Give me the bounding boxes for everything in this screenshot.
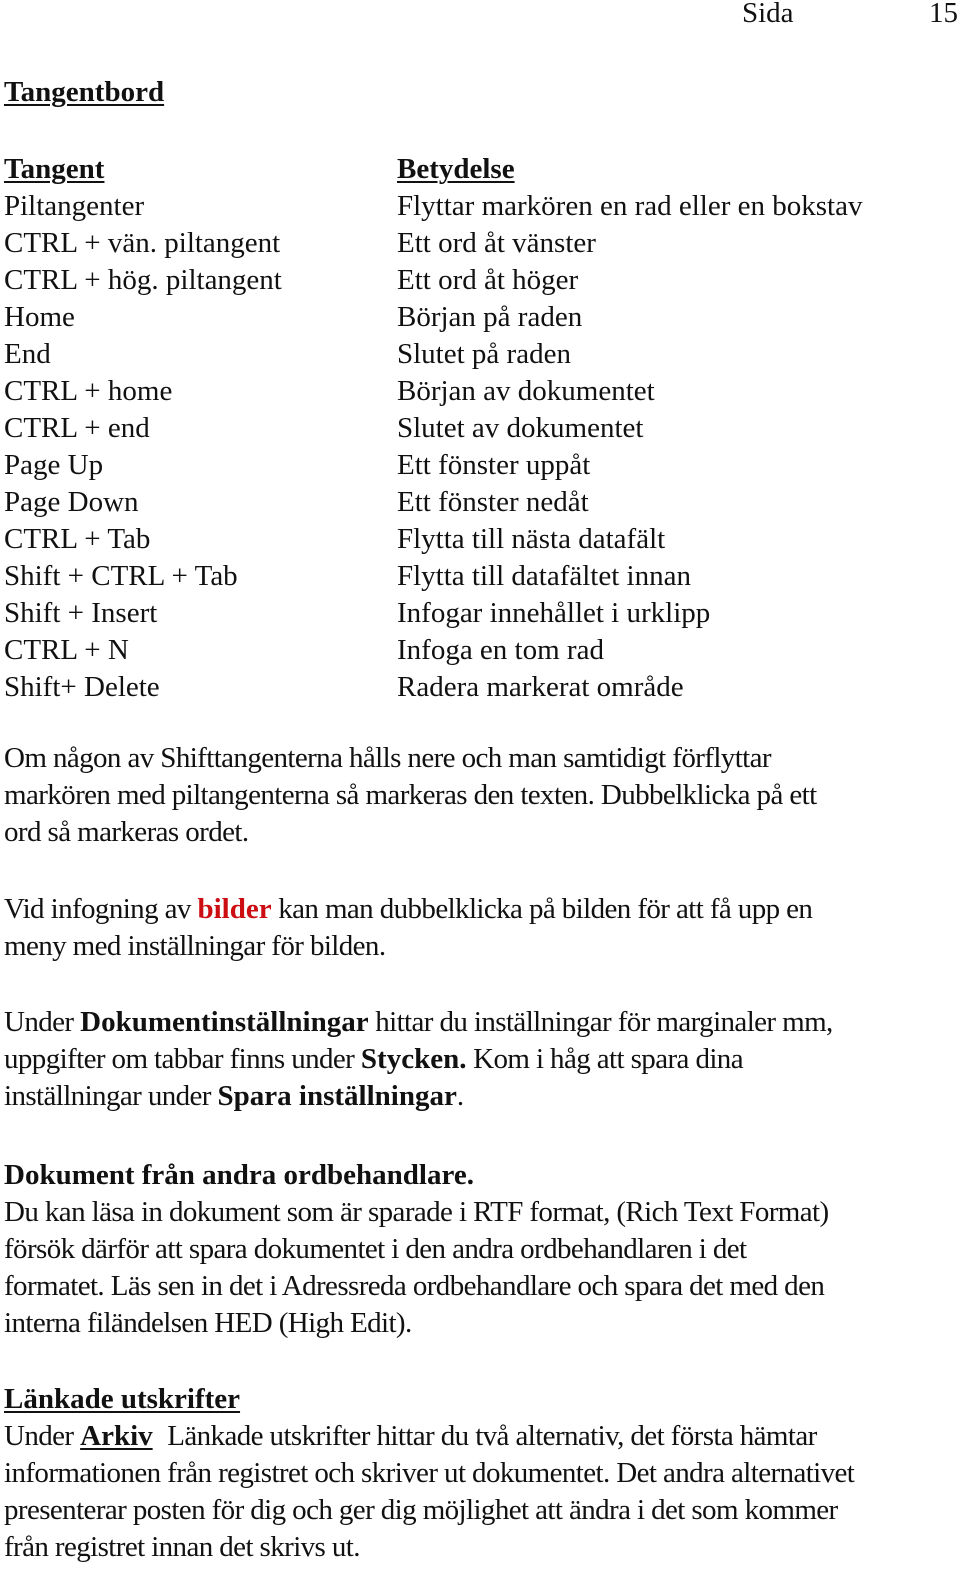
text-line: presenterar posten för dig och ger dig m…: [4, 1494, 838, 1526]
text: Länkade utskrifter hittar du två alterna…: [160, 1420, 817, 1452]
text: .: [456, 1080, 464, 1112]
shortcut-row: Shift+ Delete Radera markerat område: [4, 669, 862, 706]
shortcut-key: Shift + CTRL + Tab: [4, 560, 238, 592]
paragraph-images: Vid infogning av bilder kan man dubbelkl…: [4, 891, 954, 965]
text: uppgifter om tabbar finns under: [4, 1043, 361, 1075]
shortcut-row: Shift + Insert Infogar innehållet i urkli…: [4, 595, 862, 632]
shortcut-key: Page Down: [4, 486, 139, 518]
shortcut-meaning: Slutet av dokumentet: [397, 412, 644, 444]
section-heading-line: Länkade utskrifter: [4, 1381, 954, 1418]
section-linked-prints: Länkade utskrifter Under Arkiv Länkade u…: [4, 1381, 954, 1566]
shortcut-meaning: Början av dokumentet: [397, 375, 655, 407]
term-paragraphs: Stycken.: [360, 1043, 467, 1075]
shortcut-key: CTRL + N: [4, 634, 129, 666]
text: hittar du inställningar för marginaler m…: [368, 1006, 833, 1038]
shortcut-row: Home Början på raden: [4, 299, 862, 336]
text: Vid infogning av: [4, 893, 198, 925]
text-line: försök därför att spara dokumentet i den…: [4, 1233, 747, 1265]
page-label: Sida: [742, 0, 794, 29]
shortcut-meaning: Flyttar markören en rad eller en bokstav: [397, 190, 863, 222]
shortcut-row: End Slutet på raden: [4, 336, 862, 373]
shortcut-row: CTRL + hög. piltangent Ett ord åt höger: [4, 262, 862, 299]
text: Kom i håg att spara dina: [466, 1043, 743, 1075]
shortcut-row: CTRL + N Infoga en tom rad: [4, 632, 862, 669]
text: Under: [4, 1006, 81, 1038]
text-line: Du kan läsa in dokument som är sparade i…: [4, 1196, 829, 1228]
paragraph-settings: Under Dokumentinställningar hittar du in…: [4, 1004, 954, 1115]
shortcut-row: CTRL + end Slutet av dokumentet: [4, 410, 862, 447]
highlight-bilder: bilder: [197, 893, 272, 925]
section-title-keyboard: Tangentbord: [4, 76, 165, 108]
shortcut-meaning: Ett ord åt vänster: [397, 227, 596, 259]
shortcut-key: Piltangenter: [4, 190, 145, 222]
shortcut-meaning: Ett ord åt höger: [397, 264, 579, 296]
text: Under: [4, 1420, 81, 1452]
shortcut-meaning: Ett fönster nedåt: [397, 486, 589, 518]
shortcut-row: CTRL + vän. piltangent Ett ord åt vänster: [4, 225, 862, 262]
shortcut-key: End: [4, 338, 51, 370]
shortcut-meaning: Infoga en tom rad: [397, 634, 604, 666]
section-other-word-processors: Dokument från andra ordbehandlare. Du ka…: [4, 1157, 954, 1342]
shortcut-key: Shift + Insert: [4, 597, 158, 629]
shortcut-key: Page Up: [4, 449, 104, 481]
shortcut-row: CTRL + Tab Flytta till nästa datafält: [4, 521, 862, 558]
shortcut-table: Tangent Betydelse Piltangenter Flyttar ma…: [4, 151, 862, 706]
shortcut-row: Piltangenter Flyttar markören en rad elle…: [4, 188, 862, 225]
text-line: inställningar under Spara inställningar.: [4, 1078, 954, 1115]
shortcut-key: CTRL + Tab: [4, 523, 151, 555]
text-line: formatet. Läs sen in det i Adressreda or…: [4, 1270, 825, 1302]
shortcut-meaning: Ett fönster uppåt: [397, 449, 591, 481]
paragraph-shift-select: Om någon av Shifttangenterna hålls nere …: [4, 740, 954, 851]
text: inställningar under: [4, 1080, 218, 1112]
shortcut-meaning: Flytta till nästa datafält: [397, 523, 666, 555]
section-heading: Dokument från andra ordbehandlare.: [4, 1159, 474, 1191]
shortcut-meaning: Slutet på raden: [397, 338, 571, 370]
shortcut-key: Home: [4, 301, 75, 333]
text: kan man dubbelklicka på bilden för att f…: [271, 893, 813, 925]
text-line: interna filändelsen HED (High Edit).: [4, 1307, 412, 1339]
shortcut-key: CTRL + home: [4, 375, 173, 407]
shortcut-rows: Piltangenter Flyttar markören en rad elle…: [4, 188, 862, 706]
shortcut-meaning: Början på raden: [397, 301, 583, 333]
text-line: meny med inställningar för bilden.: [4, 930, 386, 962]
shortcut-meaning: Infogar innehållet i urklipp: [397, 597, 711, 629]
shortcut-key: CTRL + hög. piltangent: [4, 264, 282, 296]
page-number: 15: [929, 0, 958, 29]
column-header-key: Tangent: [4, 153, 105, 185]
text-line: Vid infogning av bilder kan man dubbelkl…: [4, 891, 954, 928]
shortcut-key: CTRL + vän. piltangent: [4, 227, 281, 259]
shortcut-row: Page Down Ett fönster nedåt: [4, 484, 862, 521]
term-save-settings: Spara inställningar: [217, 1080, 457, 1112]
text-line: uppgifter om tabbar finns under Stycken.…: [4, 1041, 954, 1078]
term-archive: Arkiv: [80, 1420, 153, 1452]
text-line: Under Arkiv Länkade utskrifter hittar du…: [4, 1418, 954, 1455]
text-line: Om någon av Shifttangenterna hålls nere …: [4, 742, 772, 774]
shortcut-row: Page Up Ett fönster uppåt: [4, 447, 862, 484]
page-header: Sida 15: [0, 0, 960, 31]
shortcut-table-header: Tangent Betydelse: [4, 151, 862, 188]
text-line: från registret innan det skrivs ut.: [4, 1531, 361, 1563]
shortcut-meaning: Flytta till datafältet innan: [397, 560, 691, 592]
shortcut-key: CTRL + end: [4, 412, 150, 444]
text-line: informationen från registret och skriver…: [4, 1457, 855, 1489]
text-line: ord så markeras ordet.: [4, 816, 249, 848]
shortcut-row: CTRL + home Början av dokumentet: [4, 373, 862, 410]
text-line: Under Dokumentinställningar hittar du in…: [4, 1004, 954, 1041]
shortcut-key: Shift+ Delete: [4, 671, 160, 703]
column-header-meaning: Betydelse: [397, 153, 515, 185]
shortcut-meaning: Radera markerat område: [397, 671, 684, 703]
text-line: markören med piltangenterna så markeras …: [4, 779, 817, 811]
term-document-settings: Dokumentinställningar: [80, 1006, 369, 1038]
section-heading: Länkade utskrifter: [4, 1383, 241, 1415]
shortcut-row: Shift + CTRL + Tab Flytta till datafältet…: [4, 558, 862, 595]
